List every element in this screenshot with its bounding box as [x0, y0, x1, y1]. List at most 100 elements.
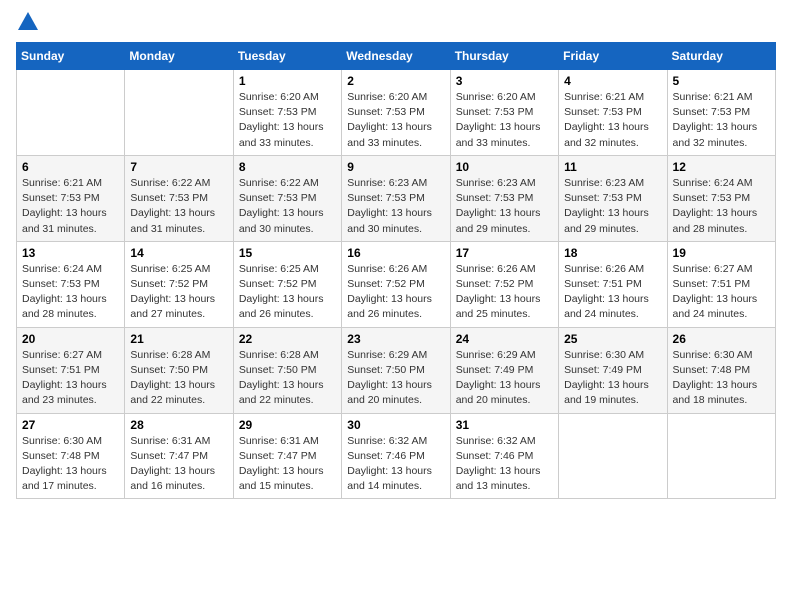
- calendar-cell: 5 Sunrise: 6:21 AM Sunset: 7:53 PM Daylig…: [667, 70, 775, 156]
- calendar-cell: 29 Sunrise: 6:31 AM Sunset: 7:47 PM Dayli…: [233, 413, 341, 499]
- day-number: 5: [673, 74, 770, 88]
- day-info: Sunrise: 6:21 AM Sunset: 7:53 PM Dayligh…: [22, 176, 119, 237]
- calendar-cell: [667, 413, 775, 499]
- day-number: 28: [130, 418, 227, 432]
- day-number: 30: [347, 418, 444, 432]
- calendar-cell: 16 Sunrise: 6:26 AM Sunset: 7:52 PM Dayli…: [342, 241, 450, 327]
- calendar-cell: 20 Sunrise: 6:27 AM Sunset: 7:51 PM Dayli…: [17, 327, 125, 413]
- calendar-cell: 6 Sunrise: 6:21 AM Sunset: 7:53 PM Daylig…: [17, 155, 125, 241]
- day-number: 20: [22, 332, 119, 346]
- day-info: Sunrise: 6:30 AM Sunset: 7:48 PM Dayligh…: [673, 348, 770, 409]
- day-info: Sunrise: 6:21 AM Sunset: 7:53 PM Dayligh…: [673, 90, 770, 151]
- calendar-cell: 23 Sunrise: 6:29 AM Sunset: 7:50 PM Dayli…: [342, 327, 450, 413]
- day-info: Sunrise: 6:32 AM Sunset: 7:46 PM Dayligh…: [456, 434, 553, 495]
- day-info: Sunrise: 6:32 AM Sunset: 7:46 PM Dayligh…: [347, 434, 444, 495]
- day-info: Sunrise: 6:22 AM Sunset: 7:53 PM Dayligh…: [239, 176, 336, 237]
- calendar-cell: 25Sunrise: 6:30 AM Sunset: 7:49 PM Dayli…: [559, 327, 667, 413]
- calendar-cell: 28 Sunrise: 6:31 AM Sunset: 7:47 PM Dayli…: [125, 413, 233, 499]
- day-number: 13: [22, 246, 119, 260]
- day-number: 8: [239, 160, 336, 174]
- day-number: 23: [347, 332, 444, 346]
- day-info: Sunrise: 6:26 AM Sunset: 7:51 PM Dayligh…: [564, 262, 661, 323]
- day-info: Sunrise: 6:20 AM Sunset: 7:53 PM Dayligh…: [456, 90, 553, 151]
- calendar-cell: 4 Sunrise: 6:21 AM Sunset: 7:53 PM Daylig…: [559, 70, 667, 156]
- calendar-cell: 22Sunrise: 6:28 AM Sunset: 7:50 PM Dayli…: [233, 327, 341, 413]
- day-number: 17: [456, 246, 553, 260]
- day-number: 16: [347, 246, 444, 260]
- day-number: 6: [22, 160, 119, 174]
- day-number: 26: [673, 332, 770, 346]
- calendar-cell: 12 Sunrise: 6:24 AM Sunset: 7:53 PM Dayli…: [667, 155, 775, 241]
- day-header-wednesday: Wednesday: [342, 43, 450, 70]
- day-info: Sunrise: 6:27 AM Sunset: 7:51 PM Dayligh…: [673, 262, 770, 323]
- day-number: 14: [130, 246, 227, 260]
- page-header: [16, 16, 776, 30]
- day-number: 10: [456, 160, 553, 174]
- day-info: Sunrise: 6:29 AM Sunset: 7:50 PM Dayligh…: [347, 348, 444, 409]
- day-info: Sunrise: 6:22 AM Sunset: 7:53 PM Dayligh…: [130, 176, 227, 237]
- day-info: Sunrise: 6:23 AM Sunset: 7:53 PM Dayligh…: [456, 176, 553, 237]
- day-header-saturday: Saturday: [667, 43, 775, 70]
- calendar-cell: 21Sunrise: 6:28 AM Sunset: 7:50 PM Dayli…: [125, 327, 233, 413]
- day-info: Sunrise: 6:20 AM Sunset: 7:53 PM Dayligh…: [239, 90, 336, 151]
- day-info: Sunrise: 6:21 AM Sunset: 7:53 PM Dayligh…: [564, 90, 661, 151]
- day-header-sunday: Sunday: [17, 43, 125, 70]
- day-info: Sunrise: 6:29 AM Sunset: 7:49 PM Dayligh…: [456, 348, 553, 409]
- calendar-cell: 2 Sunrise: 6:20 AM Sunset: 7:53 PM Daylig…: [342, 70, 450, 156]
- calendar-body: 1Sunrise: 6:20 AM Sunset: 7:53 PM Daylig…: [17, 70, 776, 499]
- calendar-week-3: 13 Sunrise: 6:24 AM Sunset: 7:53 PM Dayli…: [17, 241, 776, 327]
- calendar-week-4: 20 Sunrise: 6:27 AM Sunset: 7:51 PM Dayli…: [17, 327, 776, 413]
- day-info: Sunrise: 6:25 AM Sunset: 7:52 PM Dayligh…: [239, 262, 336, 323]
- day-number: 22: [239, 332, 336, 346]
- calendar-cell: [17, 70, 125, 156]
- day-info: Sunrise: 6:30 AM Sunset: 7:49 PM Dayligh…: [564, 348, 661, 409]
- calendar-cell: 15 Sunrise: 6:25 AM Sunset: 7:52 PM Dayli…: [233, 241, 341, 327]
- day-header-thursday: Thursday: [450, 43, 558, 70]
- calendar-week-2: 6 Sunrise: 6:21 AM Sunset: 7:53 PM Daylig…: [17, 155, 776, 241]
- day-info: Sunrise: 6:27 AM Sunset: 7:51 PM Dayligh…: [22, 348, 119, 409]
- day-number: 12: [673, 160, 770, 174]
- day-info: Sunrise: 6:30 AM Sunset: 7:48 PM Dayligh…: [22, 434, 119, 495]
- calendar-cell: [125, 70, 233, 156]
- calendar-cell: 17 Sunrise: 6:26 AM Sunset: 7:52 PM Dayli…: [450, 241, 558, 327]
- day-info: Sunrise: 6:20 AM Sunset: 7:53 PM Dayligh…: [347, 90, 444, 151]
- day-number: 29: [239, 418, 336, 432]
- calendar-cell: [559, 413, 667, 499]
- calendar-cell: 18 Sunrise: 6:26 AM Sunset: 7:51 PM Dayli…: [559, 241, 667, 327]
- day-info: Sunrise: 6:28 AM Sunset: 7:50 PM Dayligh…: [130, 348, 227, 409]
- day-number: 4: [564, 74, 661, 88]
- day-info: Sunrise: 6:31 AM Sunset: 7:47 PM Dayligh…: [239, 434, 336, 495]
- day-info: Sunrise: 6:23 AM Sunset: 7:53 PM Dayligh…: [564, 176, 661, 237]
- calendar-cell: 13 Sunrise: 6:24 AM Sunset: 7:53 PM Dayli…: [17, 241, 125, 327]
- calendar-cell: 9 Sunrise: 6:23 AM Sunset: 7:53 PM Daylig…: [342, 155, 450, 241]
- day-number: 9: [347, 160, 444, 174]
- day-number: 15: [239, 246, 336, 260]
- day-info: Sunrise: 6:24 AM Sunset: 7:53 PM Dayligh…: [22, 262, 119, 323]
- calendar-cell: 26 Sunrise: 6:30 AM Sunset: 7:48 PM Dayli…: [667, 327, 775, 413]
- day-number: 3: [456, 74, 553, 88]
- day-info: Sunrise: 6:23 AM Sunset: 7:53 PM Dayligh…: [347, 176, 444, 237]
- day-header-tuesday: Tuesday: [233, 43, 341, 70]
- day-info: Sunrise: 6:24 AM Sunset: 7:53 PM Dayligh…: [673, 176, 770, 237]
- calendar-cell: 10 Sunrise: 6:23 AM Sunset: 7:53 PM Dayli…: [450, 155, 558, 241]
- day-info: Sunrise: 6:31 AM Sunset: 7:47 PM Dayligh…: [130, 434, 227, 495]
- day-info: Sunrise: 6:26 AM Sunset: 7:52 PM Dayligh…: [347, 262, 444, 323]
- day-info: Sunrise: 6:26 AM Sunset: 7:52 PM Dayligh…: [456, 262, 553, 323]
- calendar-cell: 31 Sunrise: 6:32 AM Sunset: 7:46 PM Dayli…: [450, 413, 558, 499]
- calendar-cell: 27 Sunrise: 6:30 AM Sunset: 7:48 PM Dayli…: [17, 413, 125, 499]
- day-number: 11: [564, 160, 661, 174]
- day-number: 2: [347, 74, 444, 88]
- day-number: 31: [456, 418, 553, 432]
- day-number: 7: [130, 160, 227, 174]
- day-number: 19: [673, 246, 770, 260]
- calendar-cell: 14 Sunrise: 6:25 AM Sunset: 7:52 PM Dayli…: [125, 241, 233, 327]
- calendar-cell: 24Sunrise: 6:29 AM Sunset: 7:49 PM Dayli…: [450, 327, 558, 413]
- day-info: Sunrise: 6:25 AM Sunset: 7:52 PM Dayligh…: [130, 262, 227, 323]
- calendar-week-5: 27 Sunrise: 6:30 AM Sunset: 7:48 PM Dayli…: [17, 413, 776, 499]
- calendar-cell: 30 Sunrise: 6:32 AM Sunset: 7:46 PM Dayli…: [342, 413, 450, 499]
- day-header-friday: Friday: [559, 43, 667, 70]
- day-number: 18: [564, 246, 661, 260]
- calendar-cell: 11 Sunrise: 6:23 AM Sunset: 7:53 PM Dayli…: [559, 155, 667, 241]
- calendar-cell: 8 Sunrise: 6:22 AM Sunset: 7:53 PM Daylig…: [233, 155, 341, 241]
- day-number: 27: [22, 418, 119, 432]
